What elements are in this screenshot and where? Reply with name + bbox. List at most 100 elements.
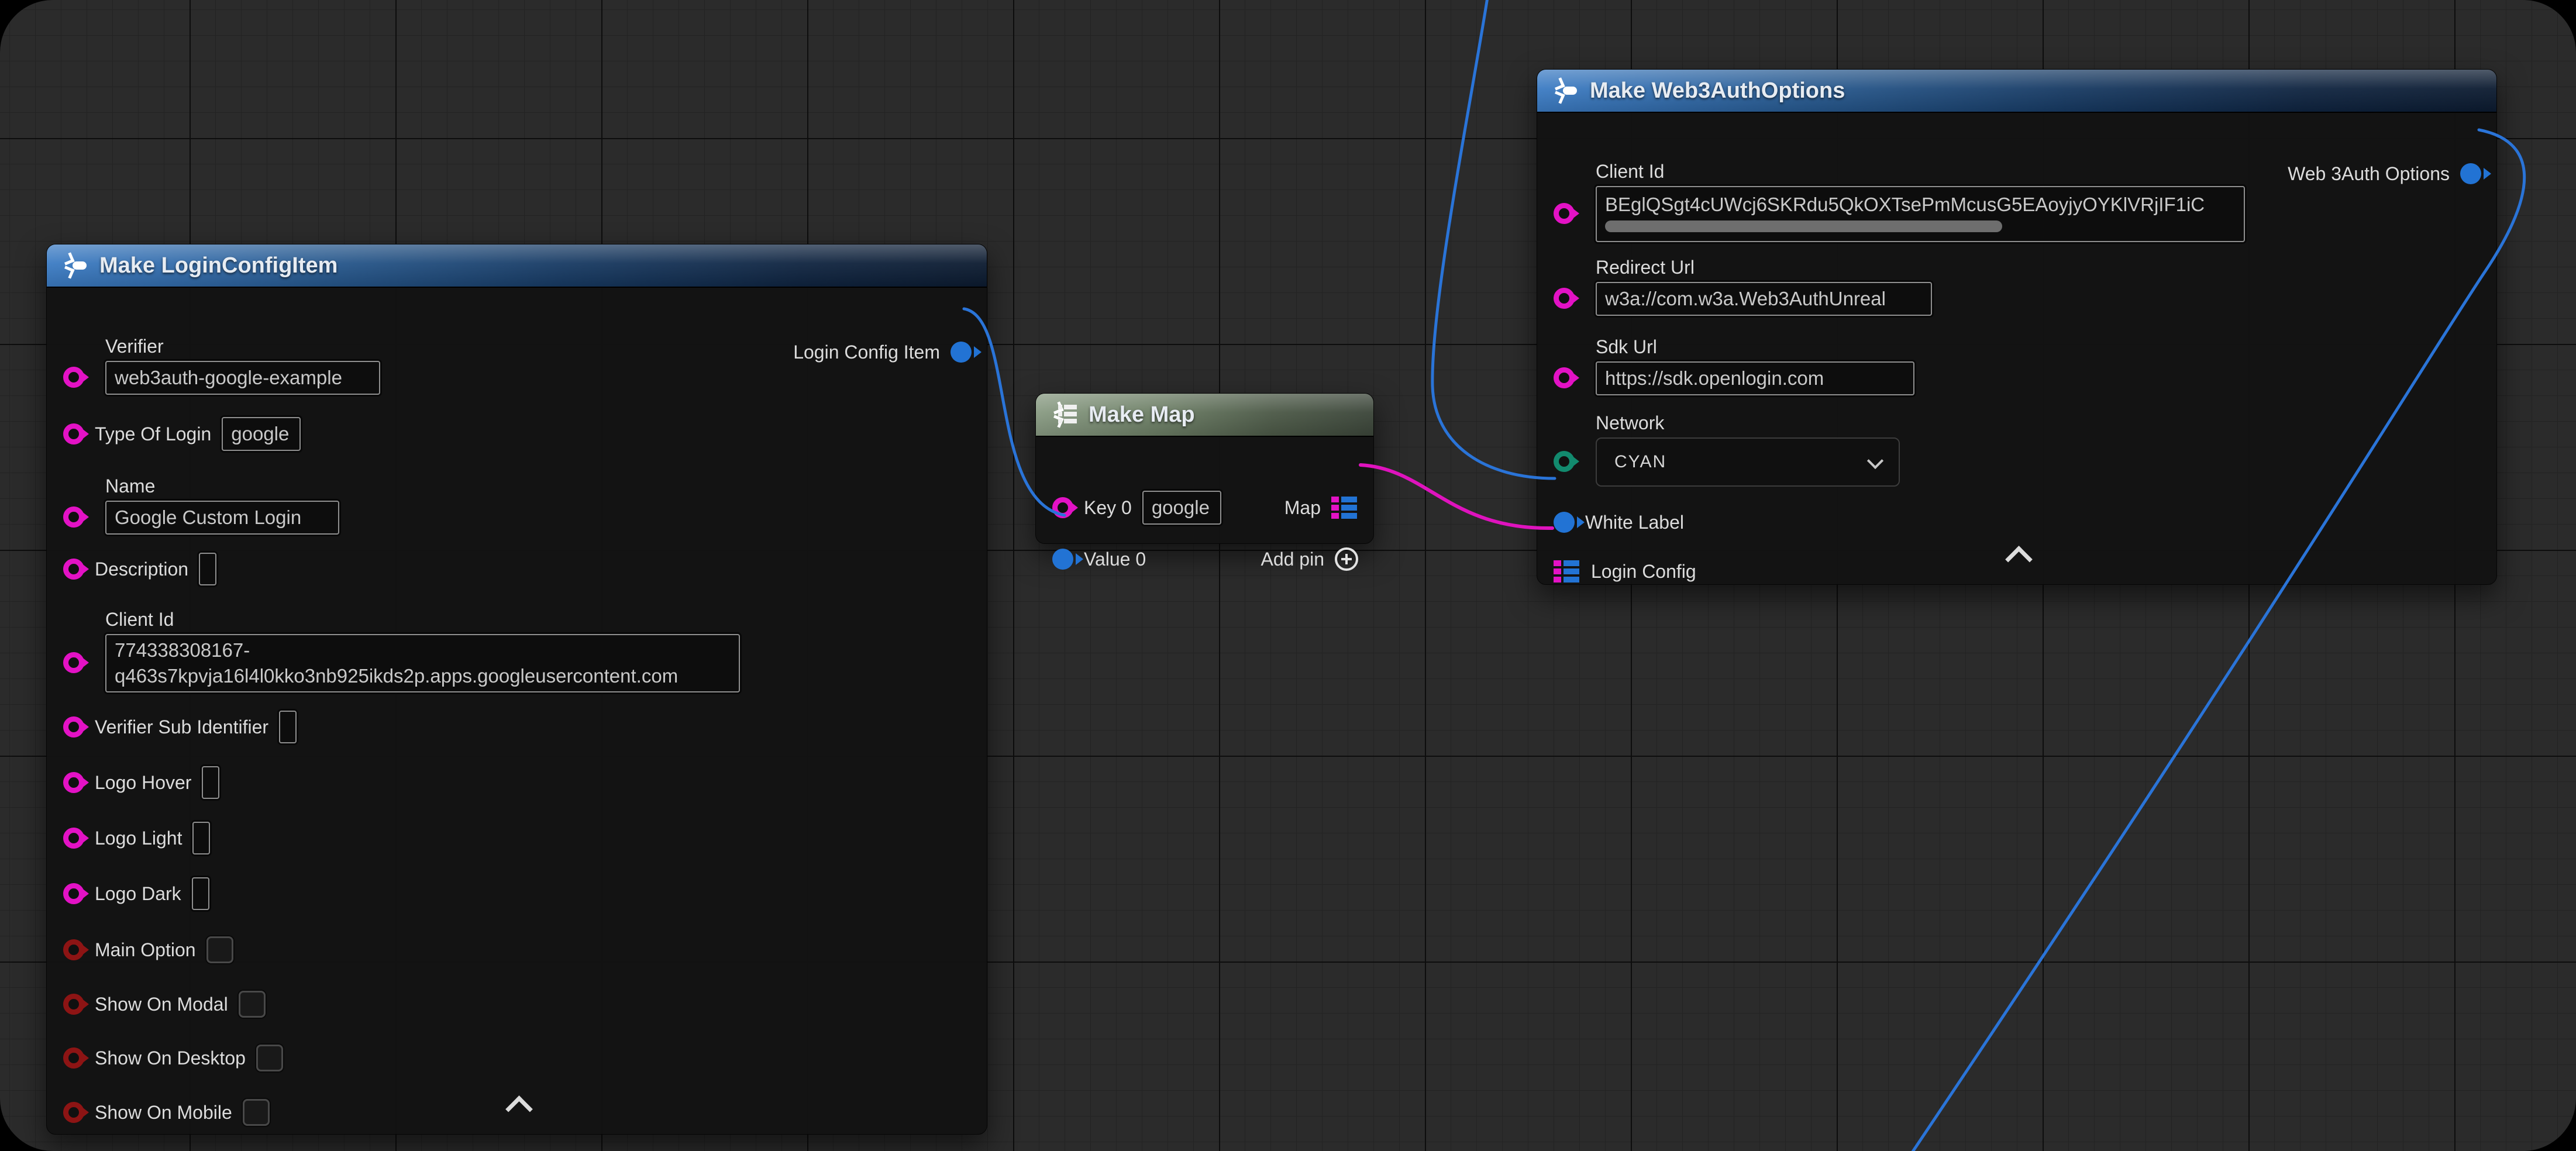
- description-input[interactable]: [199, 553, 216, 585]
- map-label: Map: [1284, 497, 1321, 519]
- map-pin-row: [1554, 577, 1580, 583]
- add-pin-icon[interactable]: [1335, 547, 1358, 571]
- login-config-label: Login Config: [1591, 561, 1696, 583]
- client-id-input-text: BEglQSgt4cUWcj6SKRdu5QkOXTsePmMcusG5EAoy…: [1605, 194, 2236, 216]
- pin-row-show-on-desktop: Show On Desktop: [63, 1041, 972, 1075]
- pill-glyph: [1563, 87, 1577, 95]
- pin-row-redirect-url: Redirect Url w3a://com.w3a.Web3AuthUnreal: [1554, 257, 2481, 316]
- map-pin-value-swatch: [1563, 560, 1579, 566]
- make-loginconfigitem-title: Make LoginConfigItem: [99, 253, 338, 278]
- add-pin-label: Add pin: [1261, 549, 1324, 570]
- verifier-pin[interactable]: [63, 367, 84, 388]
- show-on-desktop-checkbox[interactable]: [256, 1045, 283, 1071]
- main-option-pin[interactable]: [63, 939, 84, 960]
- logo-light-input[interactable]: [192, 822, 210, 854]
- logo-hover-pin[interactable]: [63, 772, 84, 793]
- logo-dark-input[interactable]: [192, 877, 209, 910]
- sdk-url-input[interactable]: https://sdk.openlogin.com: [1596, 361, 1914, 395]
- grid-row: [1058, 419, 1077, 423]
- verifier-sub-identifier-input[interactable]: [279, 711, 297, 743]
- map-pin-value-swatch: [1563, 577, 1579, 583]
- show-on-modal-pin[interactable]: [63, 994, 84, 1015]
- blueprint-graph-canvas[interactable]: Make LoginConfigItemVerifierweb3auth-goo…: [0, 0, 2576, 1151]
- map-pin-key-swatch: [1331, 513, 1339, 519]
- client-id-label: Client Id: [105, 609, 972, 630]
- main-option-checkbox[interactable]: [206, 936, 233, 963]
- type-of-login-input[interactable]: google: [222, 417, 301, 451]
- client-id-pin[interactable]: [1554, 203, 1575, 224]
- network-pin[interactable]: [1554, 451, 1575, 472]
- node-make-web3authoptions: Make Web3AuthOptionsClient IdBEglQSgt4cU…: [1537, 69, 2497, 585]
- type-of-login-label: Type Of Login: [95, 423, 211, 445]
- sdk-url-pin[interactable]: [1554, 367, 1575, 388]
- output-row-web-3auth-options: Web 3Auth Options: [1554, 157, 2481, 191]
- make-struct-icon: [62, 251, 88, 280]
- name-input[interactable]: Google Custom Login: [105, 501, 339, 535]
- make-web3authoptions-title: Make Web3AuthOptions: [1590, 78, 1845, 104]
- map-pin-row: [1554, 568, 1580, 574]
- make-web3authoptions-header[interactable]: Make Web3AuthOptions: [1537, 70, 2496, 113]
- network-label: Network: [1596, 412, 2481, 434]
- name-input-text: Google Custom Login: [115, 506, 330, 529]
- grid-row: [1058, 405, 1077, 409]
- client-id-pin[interactable]: [63, 652, 84, 673]
- map-pin-key-swatch: [1554, 560, 1561, 566]
- make-map-icon: [1051, 401, 1077, 429]
- client-id-input-scrollbar[interactable]: [1605, 220, 2002, 232]
- network-selected-value: CYAN: [1614, 452, 1666, 472]
- grid-glyph: [1058, 405, 1077, 423]
- pin-row-logo-light: Logo Light: [63, 821, 972, 855]
- client-id-input[interactable]: 774338308167-q463s7kpvja16l4l0kko3nb925i…: [105, 634, 740, 692]
- redirect-url-input[interactable]: w3a://com.w3a.Web3AuthUnreal: [1596, 282, 1932, 316]
- show-on-modal-checkbox[interactable]: [239, 991, 266, 1018]
- verifier-input-text: web3auth-google-example: [115, 367, 371, 389]
- pin-row-network: Network CYAN: [1554, 412, 2481, 487]
- name-pin[interactable]: [63, 506, 84, 528]
- make-map-header[interactable]: Make Map: [1036, 394, 1373, 437]
- show-on-mobile-checkbox[interactable]: [243, 1099, 270, 1126]
- map-pin-row: [1331, 497, 1358, 502]
- type-of-login-pin[interactable]: [63, 423, 84, 444]
- pin-row-sdk-url: Sdk Urlhttps://sdk.openlogin.com: [1554, 336, 2481, 395]
- grid-row: [1058, 412, 1077, 416]
- pin-row-logo-hover: Logo Hover: [63, 766, 972, 800]
- show-on-mobile-label: Show On Mobile: [95, 1102, 232, 1124]
- network-dropdown[interactable]: CYAN: [1596, 437, 1900, 487]
- web-3auth-options-pin[interactable]: [2460, 163, 2481, 184]
- white-label-pin[interactable]: [1554, 512, 1575, 533]
- output-row-add-pin: Add pin: [1052, 542, 1358, 576]
- node-make-loginconfigitem: Make LoginConfigItemVerifierweb3auth-goo…: [46, 244, 987, 1135]
- show-on-mobile-pin[interactable]: [63, 1102, 84, 1123]
- verifier-sub-identifier-label: Verifier Sub Identifier: [95, 716, 268, 738]
- show-on-desktop-pin[interactable]: [63, 1047, 84, 1069]
- pin-row-verifier-sub-identifier: Verifier Sub Identifier: [63, 710, 972, 744]
- type-of-login-input-text: google: [231, 423, 291, 445]
- login-config-item-label: Login Config Item: [793, 342, 940, 363]
- map-pin-value-swatch: [1341, 497, 1357, 502]
- show-on-modal-label: Show On Modal: [95, 994, 228, 1015]
- verifier-sub-identifier-pin[interactable]: [63, 716, 84, 738]
- white-label-label: White Label: [1585, 512, 1684, 533]
- client-id-input[interactable]: BEglQSgt4cUWcj6SKRdu5QkOXTsePmMcusG5EAoy…: [1596, 186, 2245, 242]
- sdk-url-input-text: https://sdk.openlogin.com: [1605, 367, 1905, 390]
- map-pin-row: [1331, 505, 1358, 511]
- show-on-desktop-label: Show On Desktop: [95, 1047, 246, 1069]
- logo-dark-label: Logo Dark: [95, 883, 181, 905]
- logo-dark-pin[interactable]: [63, 883, 84, 904]
- map-pin-row: [1331, 513, 1358, 519]
- description-pin[interactable]: [63, 559, 84, 580]
- web-3auth-options-label: Web 3Auth Options: [2288, 163, 2450, 185]
- logo-light-pin[interactable]: [63, 828, 84, 849]
- pin-row-main-option: Main Option: [63, 933, 972, 967]
- redirect-url-pin[interactable]: [1554, 288, 1575, 309]
- map-pin-key-swatch: [1331, 505, 1339, 511]
- map-pin[interactable]: [1331, 496, 1358, 519]
- redirect-url-label: Redirect Url: [1596, 257, 2481, 278]
- pin-row-logo-dark: Logo Dark: [63, 877, 972, 911]
- pin-row-client-id: Client Id 774338308167-q463s7kpvja16l4l0k…: [63, 609, 972, 692]
- chevron-down-icon: [1867, 453, 1883, 469]
- make-loginconfigitem-header[interactable]: Make LoginConfigItem: [47, 244, 987, 288]
- logo-hover-input[interactable]: [202, 766, 219, 799]
- login-config-item-pin[interactable]: [950, 342, 972, 363]
- login-config-pin[interactable]: [1554, 560, 1580, 583]
